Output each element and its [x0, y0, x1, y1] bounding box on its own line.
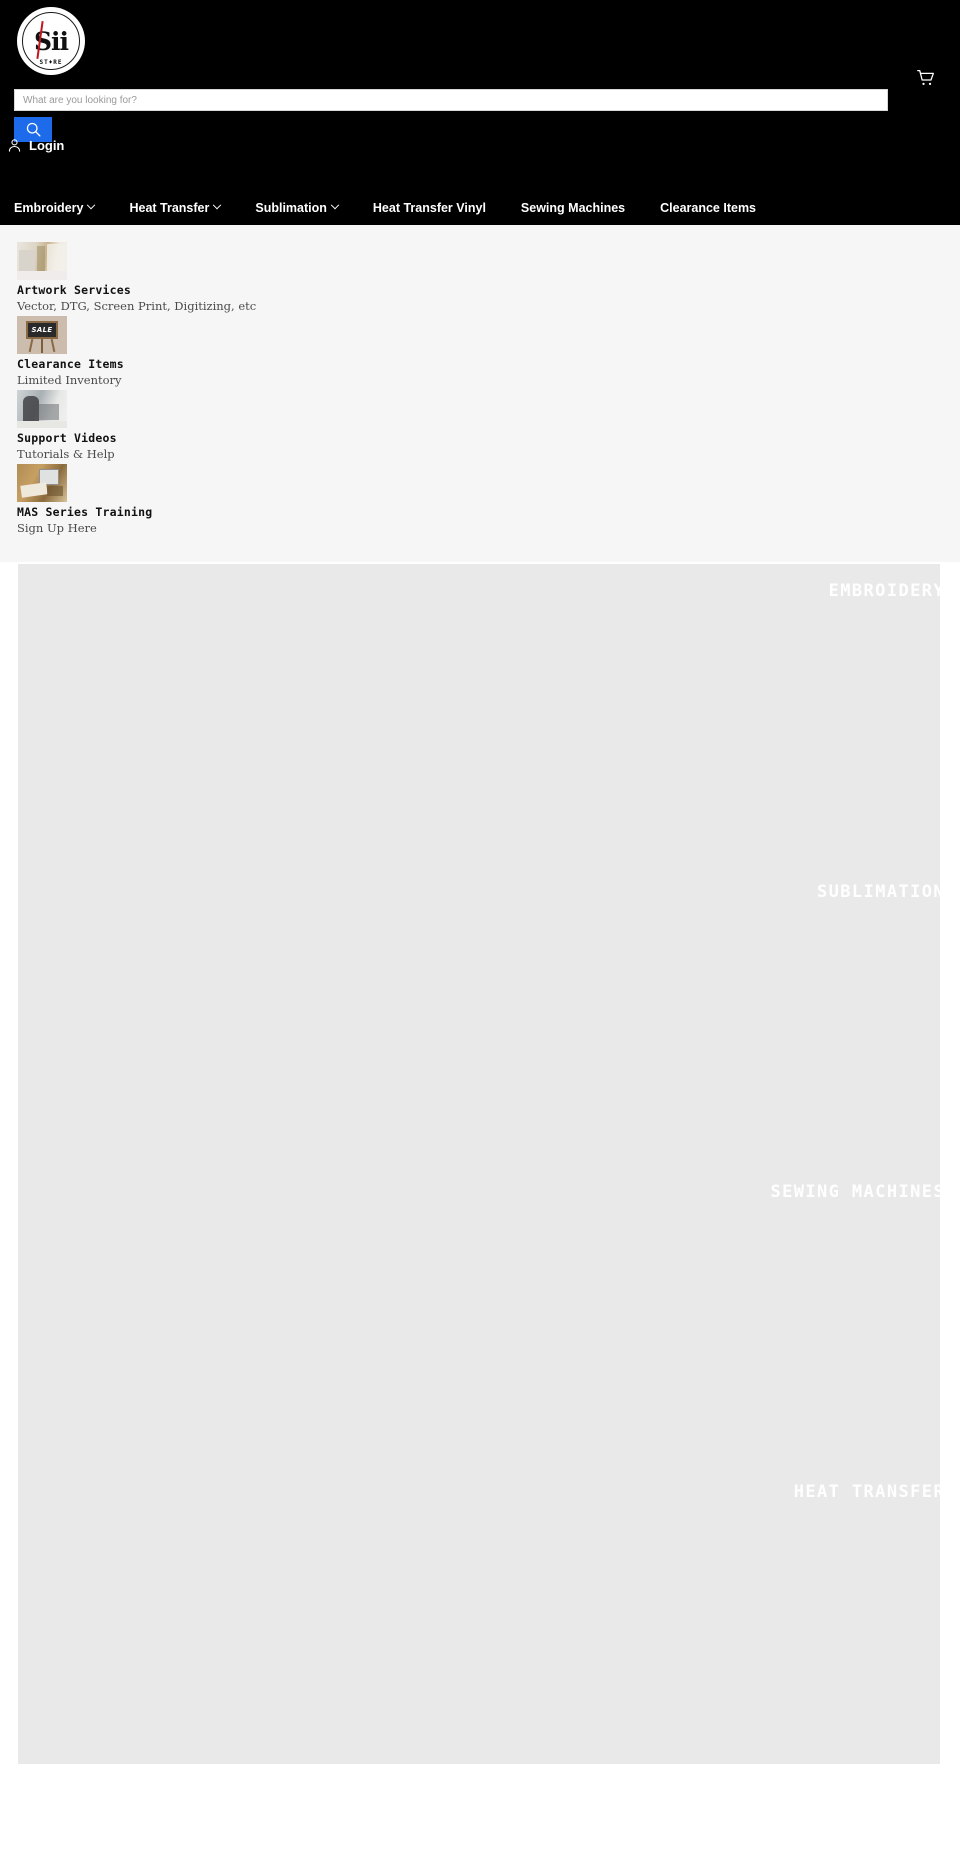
chevron-down-icon — [87, 200, 96, 209]
shopping-cart-icon — [917, 70, 934, 86]
service-card-support-videos[interactable]: Support Videos Tutorials & Help — [0, 390, 960, 462]
chevron-down-icon — [213, 200, 222, 209]
nav-item-sewing-machines[interactable]: Sewing Machines — [521, 201, 625, 215]
service-description: Tutorials & Help — [17, 446, 115, 461]
nav-item-sublimation[interactable]: Sublimation — [255, 200, 340, 215]
category-label[interactable]: SUBLIMATION — [817, 882, 940, 902]
service-title[interactable]: Clearance Items — [17, 357, 960, 373]
sale-badge-text: SALE — [31, 326, 53, 335]
service-card-clearance-items[interactable]: SALE Clearance Items Limited Inventory — [0, 316, 960, 388]
logo-badge: Sii ST♦RE — [22, 12, 80, 70]
logo-sub-text: ST♦RE — [39, 59, 63, 66]
nav-item-embroidery[interactable]: Embroidery — [14, 200, 96, 215]
service-card-artwork-services[interactable]: Artwork Services Vector, DTG, Screen Pri… — [0, 242, 960, 314]
service-description: Vector, DTG, Screen Print, Digitizing, e… — [17, 298, 257, 313]
nav-label: Sublimation — [255, 200, 327, 215]
sale-easel-thumbnail[interactable]: SALE — [17, 316, 67, 355]
category-label[interactable]: SEWING MACHINES — [770, 1182, 940, 1202]
search-input[interactable] — [14, 89, 888, 111]
nav-item-clearance-items[interactable]: Clearance Items — [660, 201, 756, 215]
category-panel-embroidery[interactable]: EMBROIDERY — [18, 564, 940, 865]
nav-label: Clearance Items — [660, 200, 757, 215]
cart-button[interactable] — [912, 64, 940, 92]
nav-item-heat-transfer-vinyl[interactable]: Heat Transfer Vinyl — [373, 201, 486, 215]
search-icon — [26, 122, 41, 137]
nav-label: Heat Transfer Vinyl — [372, 200, 486, 215]
service-description: Sign Up Here — [17, 520, 97, 535]
nav-label: Heat Transfer — [129, 200, 210, 215]
nav-item-heat-transfer[interactable]: Heat Transfer — [129, 200, 222, 215]
nav-label: Sewing Machines — [520, 200, 626, 215]
artwork-desk-thumbnail[interactable] — [17, 242, 67, 280]
service-card-mas-series-training[interactable]: MAS Series Training Sign Up Here — [0, 464, 960, 536]
services-section: Artwork Services Vector, DTG, Screen Pri… — [0, 225, 960, 563]
user-icon — [8, 139, 21, 152]
category-panels: EMBROIDERY SUBLIMATION SEWING MACHINES H… — [0, 562, 960, 1765]
service-title[interactable]: Support Videos — [17, 431, 960, 447]
nav-label: Embroidery — [14, 200, 84, 215]
main-navigation: Embroidery Heat Transfer Sublimation Hea… — [0, 190, 960, 225]
site-logo[interactable]: Sii ST♦RE — [17, 7, 85, 75]
category-label[interactable]: HEAT TRANSFER — [794, 1482, 940, 1502]
site-header: Sii ST♦RE Login Embroidery Heat Transfer — [0, 0, 960, 225]
category-panel-heat-transfer[interactable]: HEAT TRANSFER — [18, 1464, 940, 1765]
login-label: Login — [29, 138, 65, 153]
mas-training-thumbnail[interactable] — [17, 464, 67, 503]
chevron-down-icon — [330, 200, 340, 209]
category-panel-sewing-machines[interactable]: SEWING MACHINES — [18, 1164, 940, 1465]
service-description: Limited Inventory — [17, 372, 122, 387]
support-video-thumbnail[interactable] — [17, 390, 67, 429]
login-button[interactable]: Login — [6, 137, 64, 154]
category-panel-sublimation[interactable]: SUBLIMATION — [18, 864, 940, 1165]
category-label[interactable]: EMBROIDERY — [829, 581, 940, 601]
service-title[interactable]: MAS Series Training — [17, 505, 960, 521]
service-title[interactable]: Artwork Services — [17, 283, 960, 299]
